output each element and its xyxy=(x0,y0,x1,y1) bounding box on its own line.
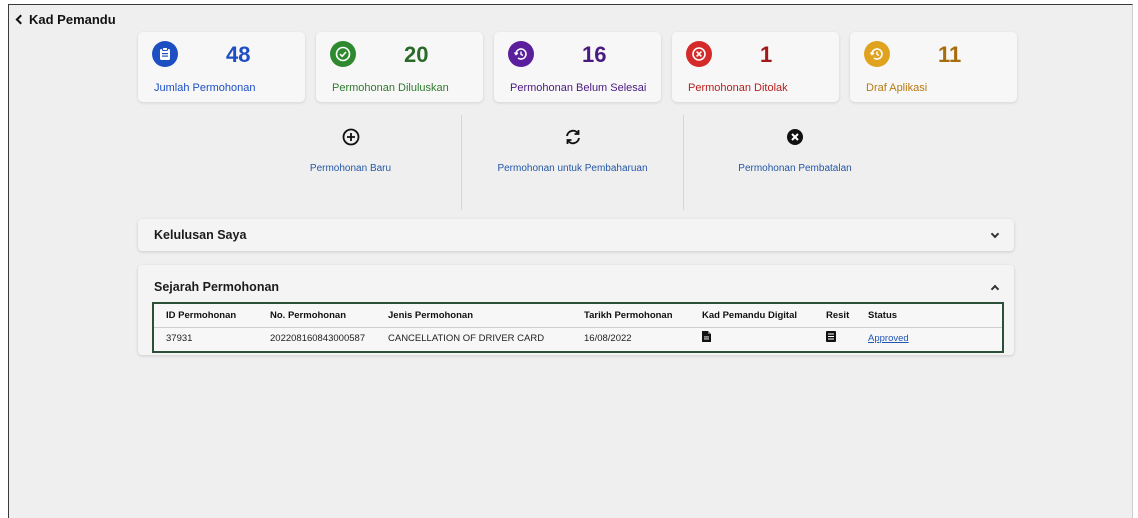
stat-label: Permohonan Belum Selesai xyxy=(510,82,647,94)
action-label: Permohonan untuk Pembaharuan xyxy=(497,163,648,174)
stat-number: 1 xyxy=(760,42,773,67)
stat-label: Permohonan Ditolak xyxy=(688,82,788,94)
stat-label: Jumlah Permohonan xyxy=(154,82,256,94)
receipt-icon[interactable] xyxy=(826,331,836,343)
stat-number: 48 xyxy=(226,42,251,67)
stat-number: 20 xyxy=(404,42,429,67)
history-table: ID Permohonan No. Permohonan Jenis Permo… xyxy=(152,302,1004,353)
cell-kad xyxy=(690,327,814,349)
cell-id: 37931 xyxy=(166,332,193,344)
clipboard-icon xyxy=(152,41,178,67)
cell-status: Approved xyxy=(856,327,1002,349)
plus-circle-icon xyxy=(342,128,359,146)
stat-card-approved[interactable]: 20 Permohonan Diluluskan xyxy=(316,32,483,102)
approvals-panel: Kelulusan Saya xyxy=(138,219,1014,251)
new-application-button[interactable]: Permohonan Baru xyxy=(240,115,462,210)
stat-label: Permohonan Diluluskan xyxy=(332,82,449,94)
column-header: Status xyxy=(856,304,1002,328)
stats-row: 48 Jumlah Permohonan 20 Permohonan Dilul… xyxy=(138,32,1018,102)
action-label: Permohonan Pembatalan xyxy=(738,163,852,174)
document-icon[interactable] xyxy=(702,331,711,343)
history-icon xyxy=(508,41,534,67)
column-header: Tarikh Permohonan xyxy=(572,304,690,328)
column-header: ID Permohonan xyxy=(154,304,258,328)
stat-label: Draf Aplikasi xyxy=(866,82,928,94)
stat-card-rejected[interactable]: 1 Permohonan Ditolak xyxy=(672,32,839,102)
panel-title: Kelulusan Saya xyxy=(154,228,247,242)
renewal-application-button[interactable]: Permohonan untuk Pembaharuan xyxy=(462,115,684,210)
cancel-circle-icon xyxy=(686,41,712,67)
cancellation-application-button[interactable]: Permohonan Pembatalan xyxy=(684,115,906,210)
stat-number: 11 xyxy=(938,42,962,67)
status-link[interactable]: Approved xyxy=(868,333,909,344)
stat-card-draft[interactable]: 11 Draf Aplikasi xyxy=(850,32,1017,102)
action-label: Permohonan Baru xyxy=(309,163,392,174)
cell-tarikh: 16/08/2022 xyxy=(584,332,632,344)
approvals-panel-header[interactable]: Kelulusan Saya xyxy=(138,219,1014,251)
refresh-icon xyxy=(565,129,580,145)
column-header: No. Permohonan xyxy=(258,304,376,328)
close-circle-icon xyxy=(787,129,803,145)
chevron-up-icon xyxy=(990,284,1000,293)
stat-card-total[interactable]: 48 Jumlah Permohonan xyxy=(138,32,305,102)
column-header: Resit xyxy=(814,304,856,328)
history-icon xyxy=(864,41,890,67)
page-title: Kad Pemandu xyxy=(29,11,116,27)
cell-jenis: CANCELLATION OF DRIVER CARD xyxy=(388,332,545,344)
stat-number: 16 xyxy=(582,42,607,67)
check-circle-icon xyxy=(330,41,356,67)
stat-card-pending[interactable]: 16 Permohonan Belum Selesai xyxy=(494,32,661,102)
table-row: 37931 202208160843000587 CANCELLATION OF… xyxy=(154,327,1002,349)
cell-resit xyxy=(814,327,856,349)
actions-row: Permohonan Baru Permohonan untuk Pembaha… xyxy=(240,115,907,210)
chevron-left-icon xyxy=(15,14,26,24)
chevron-down-icon xyxy=(990,229,1000,238)
table-header-row: ID Permohonan No. Permohonan Jenis Permo… xyxy=(154,304,1002,328)
back-button[interactable]: Kad Pemandu xyxy=(14,10,116,28)
column-header: Jenis Permohonan xyxy=(376,304,572,328)
column-header: Kad Pemandu Digital xyxy=(690,304,814,328)
cell-no: 202208160843000587 xyxy=(270,332,366,344)
panel-title: Sejarah Permohonan xyxy=(154,280,280,294)
